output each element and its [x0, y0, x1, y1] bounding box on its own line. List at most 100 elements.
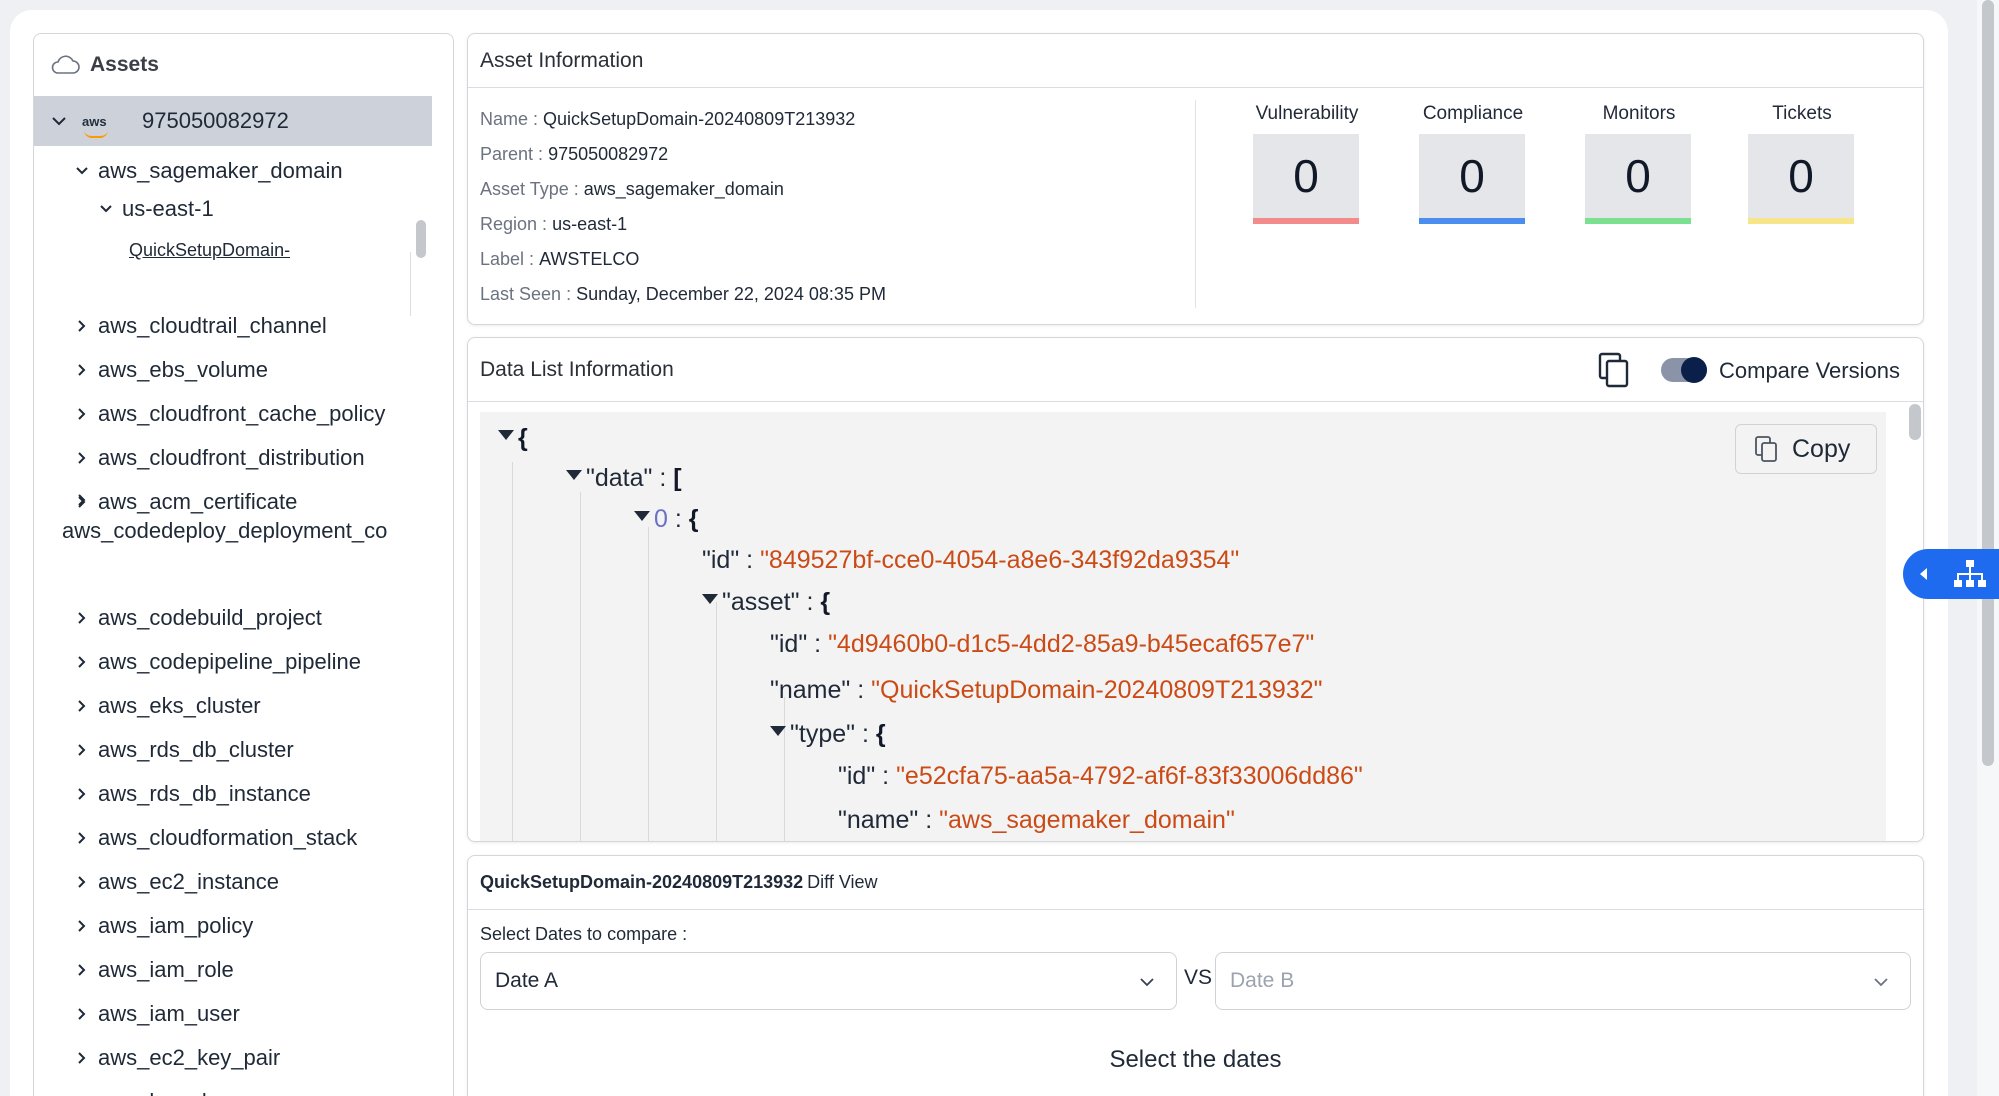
- chevron-right-icon[interactable]: [72, 1004, 92, 1024]
- chevron-right-icon[interactable]: [72, 608, 92, 628]
- json-index-line[interactable]: 0 : {: [634, 505, 698, 534]
- diff-view-panel: QuickSetupDomain-20240809T213932 Diff Vi…: [467, 855, 1924, 1096]
- tree-item-aws-rds-db-cluster[interactable]: aws_rds_db_cluster: [72, 737, 294, 763]
- sidebar-title: Assets: [90, 53, 159, 76]
- stat-vulnerability[interactable]: Vulnerability 0: [1253, 100, 1361, 224]
- copy-button[interactable]: Copy: [1735, 424, 1877, 474]
- chevron-right-icon[interactable]: [72, 828, 92, 848]
- chevron-right-icon[interactable]: [72, 696, 92, 716]
- page-scrollbar-thumb[interactable]: [1982, 0, 1994, 766]
- json-asset-line[interactable]: "asset" : {: [702, 588, 830, 617]
- chevron-right-icon[interactable]: [72, 916, 92, 936]
- chevron-right-icon[interactable]: [72, 960, 92, 980]
- tree-item-label: aws_codedeploy_deployment_co: [62, 518, 388, 543]
- tree-item-aws-rds-db-instance[interactable]: aws_rds_db_instance: [72, 781, 311, 807]
- json-scrollbar[interactable]: [1909, 404, 1921, 440]
- indent-guide: [784, 697, 785, 841]
- tree-item-label: aws_rds_db_cluster: [98, 737, 294, 762]
- date-a-select[interactable]: Date A: [480, 952, 1177, 1010]
- date-b-select[interactable]: Date B: [1215, 952, 1911, 1010]
- sitemap-icon: [1954, 560, 1986, 587]
- chevron-right-icon[interactable]: [72, 1092, 92, 1096]
- json-type-id-line: "id" : "e52cfa75-aa5a-4792-af6f-83f33006…: [838, 762, 1363, 790]
- asset-field-row: Label : AWSTELCO: [480, 242, 886, 277]
- tree-item-aws-ec2-key-pair[interactable]: aws_ec2_key_pair: [72, 1045, 280, 1071]
- tree-item-label: aws_cloudfront_distribution: [98, 445, 365, 470]
- tree-item-aws-codepipeline-pipeline[interactable]: aws_codepipeline_pipeline: [72, 649, 361, 675]
- tree-item-sagemaker-domain[interactable]: aws_sagemaker_domain: [72, 158, 343, 184]
- tree-item-aws-eks-cluster[interactable]: aws_eks_cluster: [72, 693, 261, 719]
- caret-down-icon[interactable]: [566, 470, 582, 481]
- caret-down-icon[interactable]: [702, 594, 718, 605]
- tree-item-aws-cloudfront-distribution[interactable]: aws_cloudfront_distribution: [72, 445, 365, 471]
- chevron-right-icon[interactable]: [72, 1048, 92, 1068]
- tree-item-label: aws_ebs_volume: [98, 357, 268, 382]
- diff-title-suffix: Diff View: [807, 872, 878, 892]
- chevron-right-icon[interactable]: [72, 740, 92, 760]
- tree-item-aws-iam-policy[interactable]: aws_iam_policy: [72, 913, 253, 939]
- tree-inner-scrollbar[interactable]: [416, 220, 426, 258]
- tree-item-aws-cloudfront-cache-policy[interactable]: aws_cloudfront_cache_policy: [72, 401, 385, 427]
- stat-monitors[interactable]: Monitors 0: [1585, 100, 1693, 224]
- tree-item-label: aws_codepipeline_pipeline: [98, 649, 361, 674]
- asset-field-row: Name : QuickSetupDomain-20240809T213932: [480, 102, 886, 137]
- tree-item-region[interactable]: us-east-1: [96, 196, 214, 222]
- tree-item-label: aws_eks_cluster: [98, 693, 261, 718]
- chevron-down-icon[interactable]: [48, 110, 70, 132]
- tree-root-account[interactable]: aws 975050082972: [34, 96, 432, 146]
- json-type-line[interactable]: "type" : {: [770, 720, 886, 749]
- stat-label: Tickets: [1772, 103, 1832, 124]
- indent-guide: [580, 492, 581, 841]
- json-viewer[interactable]: { "data" : [ 0 : { "id" : "849527bf-cce0…: [480, 412, 1886, 841]
- chevron-right-icon[interactable]: [72, 652, 92, 672]
- asset-field-value: 975050082972: [548, 144, 669, 164]
- chevron-down-icon[interactable]: [96, 199, 116, 219]
- chevron-right-icon[interactable]: [72, 490, 92, 510]
- json-asset-name-line: "name" : "QuickSetupDomain-20240809T2139…: [770, 676, 1323, 704]
- tree-item-label: aws_cloudfront_cache_policy: [98, 401, 386, 426]
- data-list-panel: Data List Information Compare Versions {…: [467, 337, 1924, 842]
- chevron-right-icon[interactable]: [72, 404, 92, 424]
- caret-down-icon[interactable]: [498, 430, 514, 441]
- assets-sidebar: Assets aws 975050082972 aws_sagemaker_do…: [33, 33, 454, 1096]
- tree-item-label: aws_iam_user: [98, 1001, 240, 1026]
- diff-view-title: QuickSetupDomain-20240809T213932 Diff Vi…: [468, 856, 1923, 910]
- tree-leaf-quicksetupdomain[interactable]: QuickSetupDomain-: [129, 240, 290, 260]
- tree-item-aws-cloudformation-stack[interactable]: aws_cloudformation_stack: [72, 825, 357, 851]
- asset-field-row: Parent : 975050082972: [480, 137, 886, 172]
- hierarchy-panel-tab[interactable]: [1903, 549, 1999, 599]
- asset-field-row: Last Seen : Sunday, December 22, 2024 08…: [480, 277, 886, 312]
- date-b-placeholder: Date B: [1230, 969, 1295, 992]
- tree-item-aws-ebs-volume[interactable]: aws_ebs_volume: [72, 357, 268, 383]
- chevron-right-icon[interactable]: [72, 872, 92, 892]
- compare-versions-label: Compare Versions: [1719, 358, 1900, 383]
- copy-icon[interactable]: [1596, 351, 1632, 389]
- caret-down-icon[interactable]: [634, 511, 650, 522]
- json-data-line[interactable]: "data" : [: [566, 464, 682, 493]
- chevron-right-icon[interactable]: [72, 360, 92, 380]
- compare-versions-toggle[interactable]: [1661, 357, 1707, 383]
- chevron-right-icon[interactable]: [72, 448, 92, 468]
- chevron-right-icon[interactable]: [72, 316, 92, 336]
- tree-item-aws-cloudtrail-channel[interactable]: aws_cloudtrail_channel: [72, 313, 327, 339]
- caret-down-icon[interactable]: [770, 726, 786, 737]
- tree-item-aws-codebuild-project[interactable]: aws_codebuild_project: [72, 605, 322, 631]
- stat-tickets[interactable]: Tickets 0: [1748, 100, 1856, 224]
- stat-compliance[interactable]: Compliance 0: [1419, 100, 1527, 224]
- json-id-line: "id" : "849527bf-cce0-4054-a8e6-343f92da…: [702, 546, 1240, 574]
- tree-item-aws-iam-role[interactable]: aws_iam_role: [72, 957, 234, 983]
- tree-item-label: aws_ec2_key_pair: [98, 1045, 281, 1070]
- asset-field-value: AWSTELCO: [539, 249, 640, 269]
- chevron-right-icon[interactable]: [72, 784, 92, 804]
- asset-field-key: Asset Type :: [480, 179, 579, 199]
- tree-item-label: aws_ec2_instance: [98, 869, 280, 894]
- chevron-down-icon[interactable]: [72, 161, 92, 181]
- account-id: 975050082972: [142, 108, 289, 133]
- json-root-line[interactable]: {: [498, 424, 528, 453]
- asset-field-value: us-east-1: [552, 214, 628, 234]
- tree-item-aws-iam-user[interactable]: aws_iam_user: [72, 1001, 240, 1027]
- page-scrollbar[interactable]: [1977, 0, 1999, 1096]
- tree-item-aws-codedeploy-deployment-co[interactable]: aws_codedeploy_deployment_co: [62, 490, 387, 544]
- tree-item-aws-ec2-instance[interactable]: aws_ec2_instance: [72, 869, 279, 895]
- tree-item-aws-kms-key[interactable]: aws_kms_key: [72, 1089, 236, 1096]
